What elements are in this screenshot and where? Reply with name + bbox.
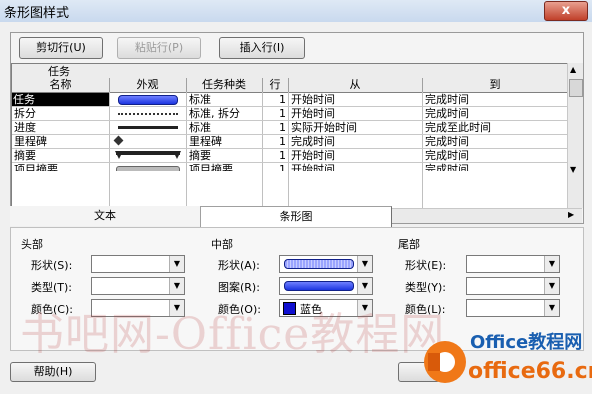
appearance-diamond-icon[interactable] [113,135,124,146]
chevron-down-icon: ▼ [169,256,184,272]
row-name[interactable]: 进度 [14,121,36,134]
row-kind[interactable]: 里程碑 [189,135,222,148]
head-type-label: 类型(T): [31,281,73,294]
table-row[interactable]: 项目摘要 项目摘要 1 开始时间 完成时间 [12,163,568,171]
row-to[interactable]: 完成时间 [425,107,469,120]
col-header-row[interactable]: 行 [262,78,289,92]
middle-pattern-label: 图案(R): [218,281,260,294]
bar-styles-frame: 剪切行(U) 粘贴行(P) 插入行(I) 任务 名称 外观 任务种类 行 从 到… [10,32,584,224]
head-section-title: 头部 [21,238,43,251]
chevron-down-icon: ▼ [169,278,184,294]
table-row[interactable]: 里程碑 里程碑 1 完成时间 完成时间 [12,135,568,149]
tab-strip: 文本 条形图 [10,206,582,227]
chevron-down-icon: ▼ [357,256,372,272]
row-row[interactable]: 1 [262,93,286,106]
middle-pattern-preview [284,281,354,291]
chevron-down-icon: ▼ [544,300,559,316]
appearance-dotted-line[interactable] [118,113,178,115]
row-kind[interactable]: 标准 [189,121,211,134]
row-to[interactable]: 完成至此时间 [425,121,491,134]
chevron-down-icon: ▼ [357,278,372,294]
col-header-to[interactable]: 到 [422,78,568,92]
table-column-header: 名称 外观 任务种类 行 从 到 [12,78,568,93]
row-row[interactable]: 1 [262,163,286,171]
table-row[interactable]: 拆分 标准, 拆分 1 开始时间 完成时间 [12,107,568,121]
head-shape-label: 形状(S): [31,259,73,272]
scroll-thumb[interactable] [569,79,583,97]
logo-line-2: office66.cn [468,359,592,384]
tail-section-title: 尾部 [398,238,420,251]
row-name[interactable]: 拆分 [14,107,36,120]
appearance-blue-bar[interactable] [118,95,178,105]
tail-color-select[interactable]: ▼ [466,299,560,317]
col-header-kind[interactable]: 任务种类 [186,78,263,92]
col-header-appearance[interactable]: 外观 [109,78,187,92]
bar-styles-table[interactable]: 任务 名称 外观 任务种类 行 从 到 任务 标准 1 开始时间 完成时间 拆分… [11,63,568,209]
table-vertical-scrollbar[interactable]: ▲ ▼ [567,63,583,208]
window-title: 条形图样式 [4,6,70,21]
table-row[interactable]: 摘要 摘要 1 开始时间 完成时间 [12,149,568,163]
logo-line-1: Office教程网 [470,332,583,353]
tail-shape-label: 形状(E): [405,259,447,272]
row-row[interactable]: 1 [262,107,286,120]
row-kind[interactable]: 标准 [189,93,211,106]
site-logo: Office教程网 office66.cn [420,325,592,393]
tail-type-select[interactable]: ▼ [466,277,560,295]
office-logo-icon [424,341,466,383]
row-row[interactable]: 1 [262,121,286,134]
row-kind[interactable]: 项目摘要 [189,163,233,171]
row-to[interactable]: 完成时间 [425,163,469,171]
appearance-thin-bar[interactable] [118,126,178,129]
table-row[interactable]: 进度 标准 1 实际开始时间 完成至此时间 [12,121,568,135]
help-button[interactable]: 帮助(H) [10,362,96,382]
row-to[interactable]: 完成时间 [425,149,469,162]
row-kind[interactable]: 标准, 拆分 [189,107,240,120]
watermark-text: 书吧网-Office教程网 [20,309,446,360]
title-bar: 条形图样式 x [0,0,592,23]
appearance-project-summary-bar[interactable] [116,166,180,171]
middle-pattern-select[interactable]: ▼ [279,277,373,295]
row-name[interactable]: 项目摘要 [14,163,58,171]
row-name[interactable]: 摘要 [14,149,36,162]
tail-type-label: 类型(Y): [405,281,447,294]
row-from[interactable]: 开始时间 [291,107,335,120]
col-header-name[interactable]: 名称 [12,78,110,92]
middle-shape-preview [284,259,354,269]
middle-section-title: 中部 [211,238,233,251]
insert-row-button[interactable]: 插入行(I) [219,37,305,59]
close-button[interactable]: x [544,1,588,21]
group-header-label: 任务 [48,65,70,78]
row-row[interactable]: 1 [262,135,286,148]
row-from[interactable]: 开始时间 [291,149,335,162]
table-group-header: 任务 [12,64,568,79]
row-to[interactable]: 完成时间 [425,93,469,106]
row-from[interactable]: 实际开始时间 [291,121,357,134]
scroll-up-icon[interactable]: ▲ [570,65,576,74]
row-name[interactable]: 任务 [12,93,109,106]
scroll-down-icon[interactable]: ▼ [570,165,576,174]
row-from[interactable]: 开始时间 [291,163,335,171]
row-from[interactable]: 完成时间 [291,135,335,148]
middle-shape-select[interactable]: ▼ [279,255,373,273]
close-icon: x [561,3,571,18]
col-header-from[interactable]: 从 [288,78,423,92]
chevron-down-icon: ▼ [544,256,559,272]
cut-row-button[interactable]: 剪切行(U) [19,37,103,59]
tail-shape-select[interactable]: ▼ [466,255,560,273]
table-row[interactable]: 任务 标准 1 开始时间 完成时间 [12,93,568,107]
row-to[interactable]: 完成时间 [425,135,469,148]
tab-bars[interactable]: 条形图 [200,206,392,227]
row-from[interactable]: 开始时间 [291,93,335,106]
row-row[interactable]: 1 [262,149,286,162]
head-shape-select[interactable]: ▼ [91,255,185,273]
appearance-summary-bar[interactable] [114,150,182,161]
paste-row-button[interactable]: 粘贴行(P) [117,37,201,59]
tab-text[interactable]: 文本 [10,206,200,226]
row-name[interactable]: 里程碑 [14,135,47,148]
row-kind[interactable]: 摘要 [189,149,211,162]
head-type-select[interactable]: ▼ [91,277,185,295]
chevron-down-icon: ▼ [544,278,559,294]
middle-shape-label: 形状(A): [218,259,260,272]
